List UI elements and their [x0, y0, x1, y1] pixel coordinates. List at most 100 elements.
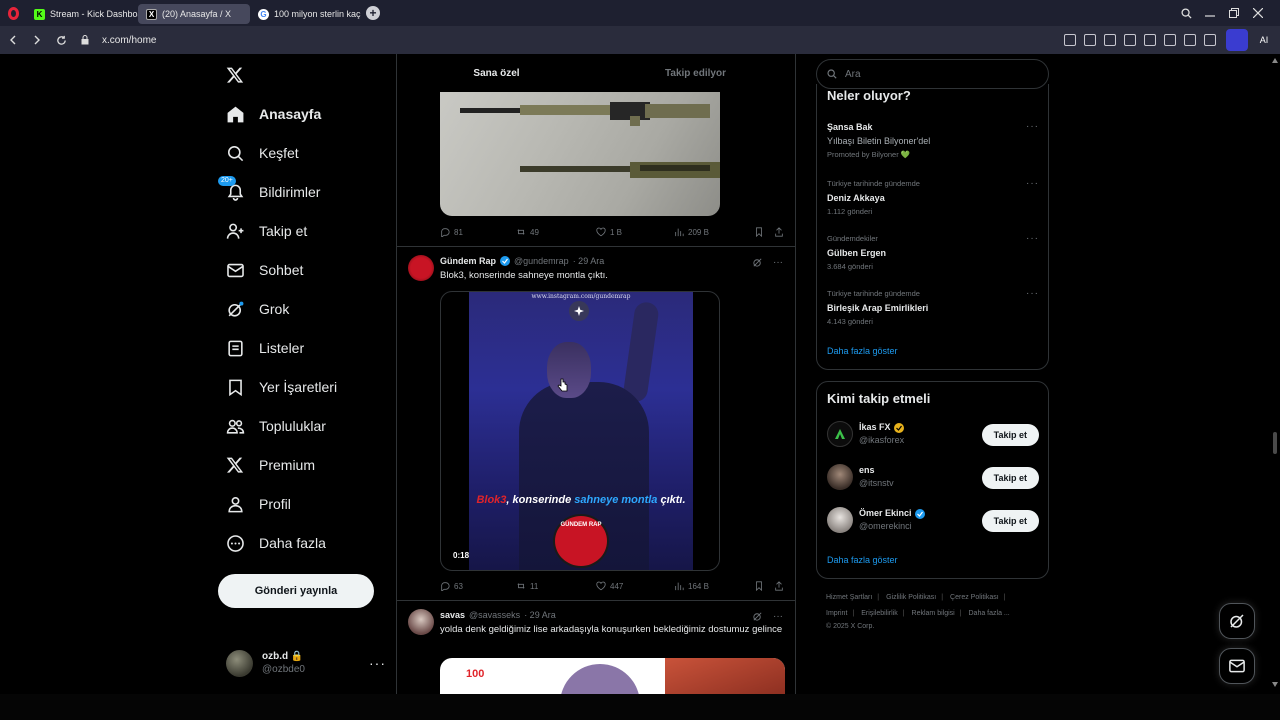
follow-show-more-link[interactable]: Daha fazla göster — [827, 555, 898, 565]
nav-communities[interactable]: Topluluklar — [226, 411, 326, 441]
bookmark-button[interactable] — [754, 227, 774, 237]
footer-link[interactable]: Reklam bilgisi — [912, 610, 955, 617]
more-icon[interactable]: ··· — [1026, 232, 1039, 246]
nav-premium[interactable]: Premium — [226, 450, 315, 480]
trend-item[interactable]: Türkiye tarihinde gündemde Deniz Akkaya … — [827, 177, 1039, 219]
forward-icon[interactable] — [26, 29, 48, 51]
browser-tab-x[interactable]: X (20) Anasayfa / X — [138, 4, 250, 24]
footer-link[interactable]: Erişilebilirlik — [861, 610, 898, 617]
tweet-author-name[interactable]: savas — [440, 610, 465, 620]
account-switcher[interactable]: ozb.d 🔒 @ozbde0 ··· — [226, 648, 386, 678]
follow-button[interactable]: Takip et — [981, 467, 1039, 489]
nav-messages[interactable]: Sohbet — [226, 255, 303, 285]
grok-icon[interactable] — [752, 611, 763, 622]
x-logo-icon[interactable] — [226, 66, 246, 86]
nav-more[interactable]: Daha fazla — [226, 528, 326, 558]
footer-link[interactable]: Gizlilik Politikası — [886, 594, 936, 601]
nav-home[interactable]: Anasayfa — [226, 99, 321, 129]
footer-link[interactable]: Daha fazla ... — [969, 610, 1010, 617]
nav-notifications[interactable]: 20+ Bildirimler — [218, 175, 320, 207]
like-button[interactable]: 1 B — [596, 227, 674, 237]
nav-profile[interactable]: Profil — [226, 489, 291, 519]
scroll-up-icon[interactable] — [1272, 58, 1278, 64]
follow-suggestion[interactable]: ens @itsnstv Takip et — [827, 461, 1039, 493]
tweet-date[interactable]: · 29 Ara — [573, 256, 605, 266]
search-tabs-icon[interactable] — [1180, 7, 1192, 19]
nav-explore[interactable]: Keşfet — [226, 138, 299, 168]
trends-show-more-link[interactable]: Daha fazla göster — [827, 346, 898, 356]
back-icon[interactable] — [2, 29, 24, 51]
tweet-author-handle[interactable]: @gundemrap — [514, 256, 569, 266]
share-button[interactable] — [774, 581, 784, 591]
tweet-avatar[interactable] — [408, 609, 434, 635]
tweet-image[interactable]: 100 — [440, 658, 785, 694]
footer-link[interactable]: Çerez Politikası — [950, 594, 999, 601]
tweet-author-name[interactable]: Gündem Rap — [440, 256, 496, 266]
more-icon[interactable]: ··· — [369, 655, 386, 671]
tab-following[interactable]: Takip edilyor — [596, 54, 795, 92]
page-scrollbar[interactable] — [1270, 54, 1280, 694]
more-icon[interactable]: ··· — [1026, 177, 1039, 191]
nav-lists[interactable]: Listeler — [226, 333, 304, 363]
nav-follow[interactable]: Takip et — [226, 216, 307, 246]
scroll-down-icon[interactable] — [1272, 682, 1278, 688]
grok-float-button[interactable] — [1219, 603, 1255, 639]
post-button[interactable]: Gönderi yayınla — [218, 574, 374, 608]
extension-icon[interactable] — [1226, 29, 1248, 51]
bookmark-button[interactable] — [754, 581, 774, 591]
retweet-button[interactable]: 49 — [516, 227, 596, 237]
reload-icon[interactable] — [50, 29, 72, 51]
trend-item[interactable]: Gündemdekiler Gülben Ergen 3.684 gönderi… — [827, 232, 1039, 274]
play-icon[interactable] — [1124, 34, 1136, 46]
shield-icon[interactable] — [1104, 34, 1116, 46]
grok-icon[interactable] — [752, 257, 763, 268]
more-icon[interactable]: ··· — [1026, 287, 1039, 301]
views-button[interactable]: 164 B — [674, 581, 754, 591]
menu-icon[interactable] — [1184, 34, 1196, 46]
tab-for-you[interactable]: Sana özel — [397, 54, 596, 92]
camera-icon[interactable] — [1084, 34, 1096, 46]
nav-grok[interactable]: Grok — [226, 294, 289, 324]
new-tab-button[interactable]: + — [366, 6, 380, 20]
trend-item[interactable]: Şansa Bak Yılbaşı Biletin Bilyoner'del P… — [827, 120, 1039, 162]
reply-button[interactable]: 81 — [440, 227, 516, 237]
ai-button[interactable]: AI — [1252, 29, 1276, 51]
views-icon — [675, 228, 684, 237]
views-button[interactable]: 209 B — [674, 227, 754, 237]
messages-float-button[interactable] — [1219, 648, 1255, 684]
account-icon[interactable] — [1204, 34, 1216, 46]
more-icon[interactable]: ··· — [773, 257, 783, 268]
minimize-icon[interactable] — [1204, 7, 1216, 19]
like-button[interactable]: 447 — [596, 581, 674, 591]
opera-logo-icon[interactable] — [0, 0, 26, 26]
more-icon[interactable]: ··· — [1026, 120, 1039, 134]
more-icon[interactable]: ··· — [773, 611, 783, 622]
edit-icon[interactable] — [1064, 34, 1076, 46]
url-field[interactable]: x.com/home — [102, 35, 156, 46]
nav-bookmarks[interactable]: Yer İşaretleri — [226, 372, 337, 402]
close-icon[interactable] — [1252, 7, 1264, 19]
trend-item[interactable]: Türkiye tarihinde gündemde Birleşik Arap… — [827, 287, 1039, 329]
browser-tab-kick[interactable]: K Stream - Kick Dashboard — [26, 4, 138, 24]
footer-link[interactable]: Imprint — [826, 610, 847, 617]
browser-tab-google[interactable]: G 100 milyon sterlin kaç tl - — [250, 4, 362, 24]
tweet-date[interactable]: · 29 Ara — [524, 610, 556, 620]
download-icon[interactable] — [1164, 34, 1176, 46]
retweet-button[interactable]: 11 — [516, 581, 596, 591]
tweet-author-handle[interactable]: @savasseks — [469, 610, 520, 620]
scrollbar-thumb[interactable] — [1273, 432, 1277, 454]
heart-icon[interactable] — [1144, 34, 1156, 46]
tweet-image[interactable] — [440, 92, 720, 216]
footer-link[interactable]: Hizmet Şartları — [826, 594, 872, 601]
tweet-avatar[interactable] — [408, 255, 434, 281]
follow-button[interactable]: Takip et — [981, 424, 1039, 446]
sparkle-icon[interactable] — [569, 301, 589, 321]
follow-suggestion[interactable]: İkas FX @ikasforex Takip et — [827, 418, 1039, 450]
reply-button[interactable]: 63 — [440, 581, 516, 591]
share-button[interactable] — [774, 227, 784, 237]
follow-button[interactable]: Takip et — [981, 510, 1039, 532]
follow-handle: @itsnstv — [859, 478, 894, 488]
video-player[interactable]: www.instagram.com/gundemrap Blok3, konse… — [440, 291, 720, 571]
restore-icon[interactable] — [1228, 7, 1240, 19]
follow-suggestion[interactable]: Ömer Ekinci @omerekinci Takip et — [827, 504, 1039, 536]
